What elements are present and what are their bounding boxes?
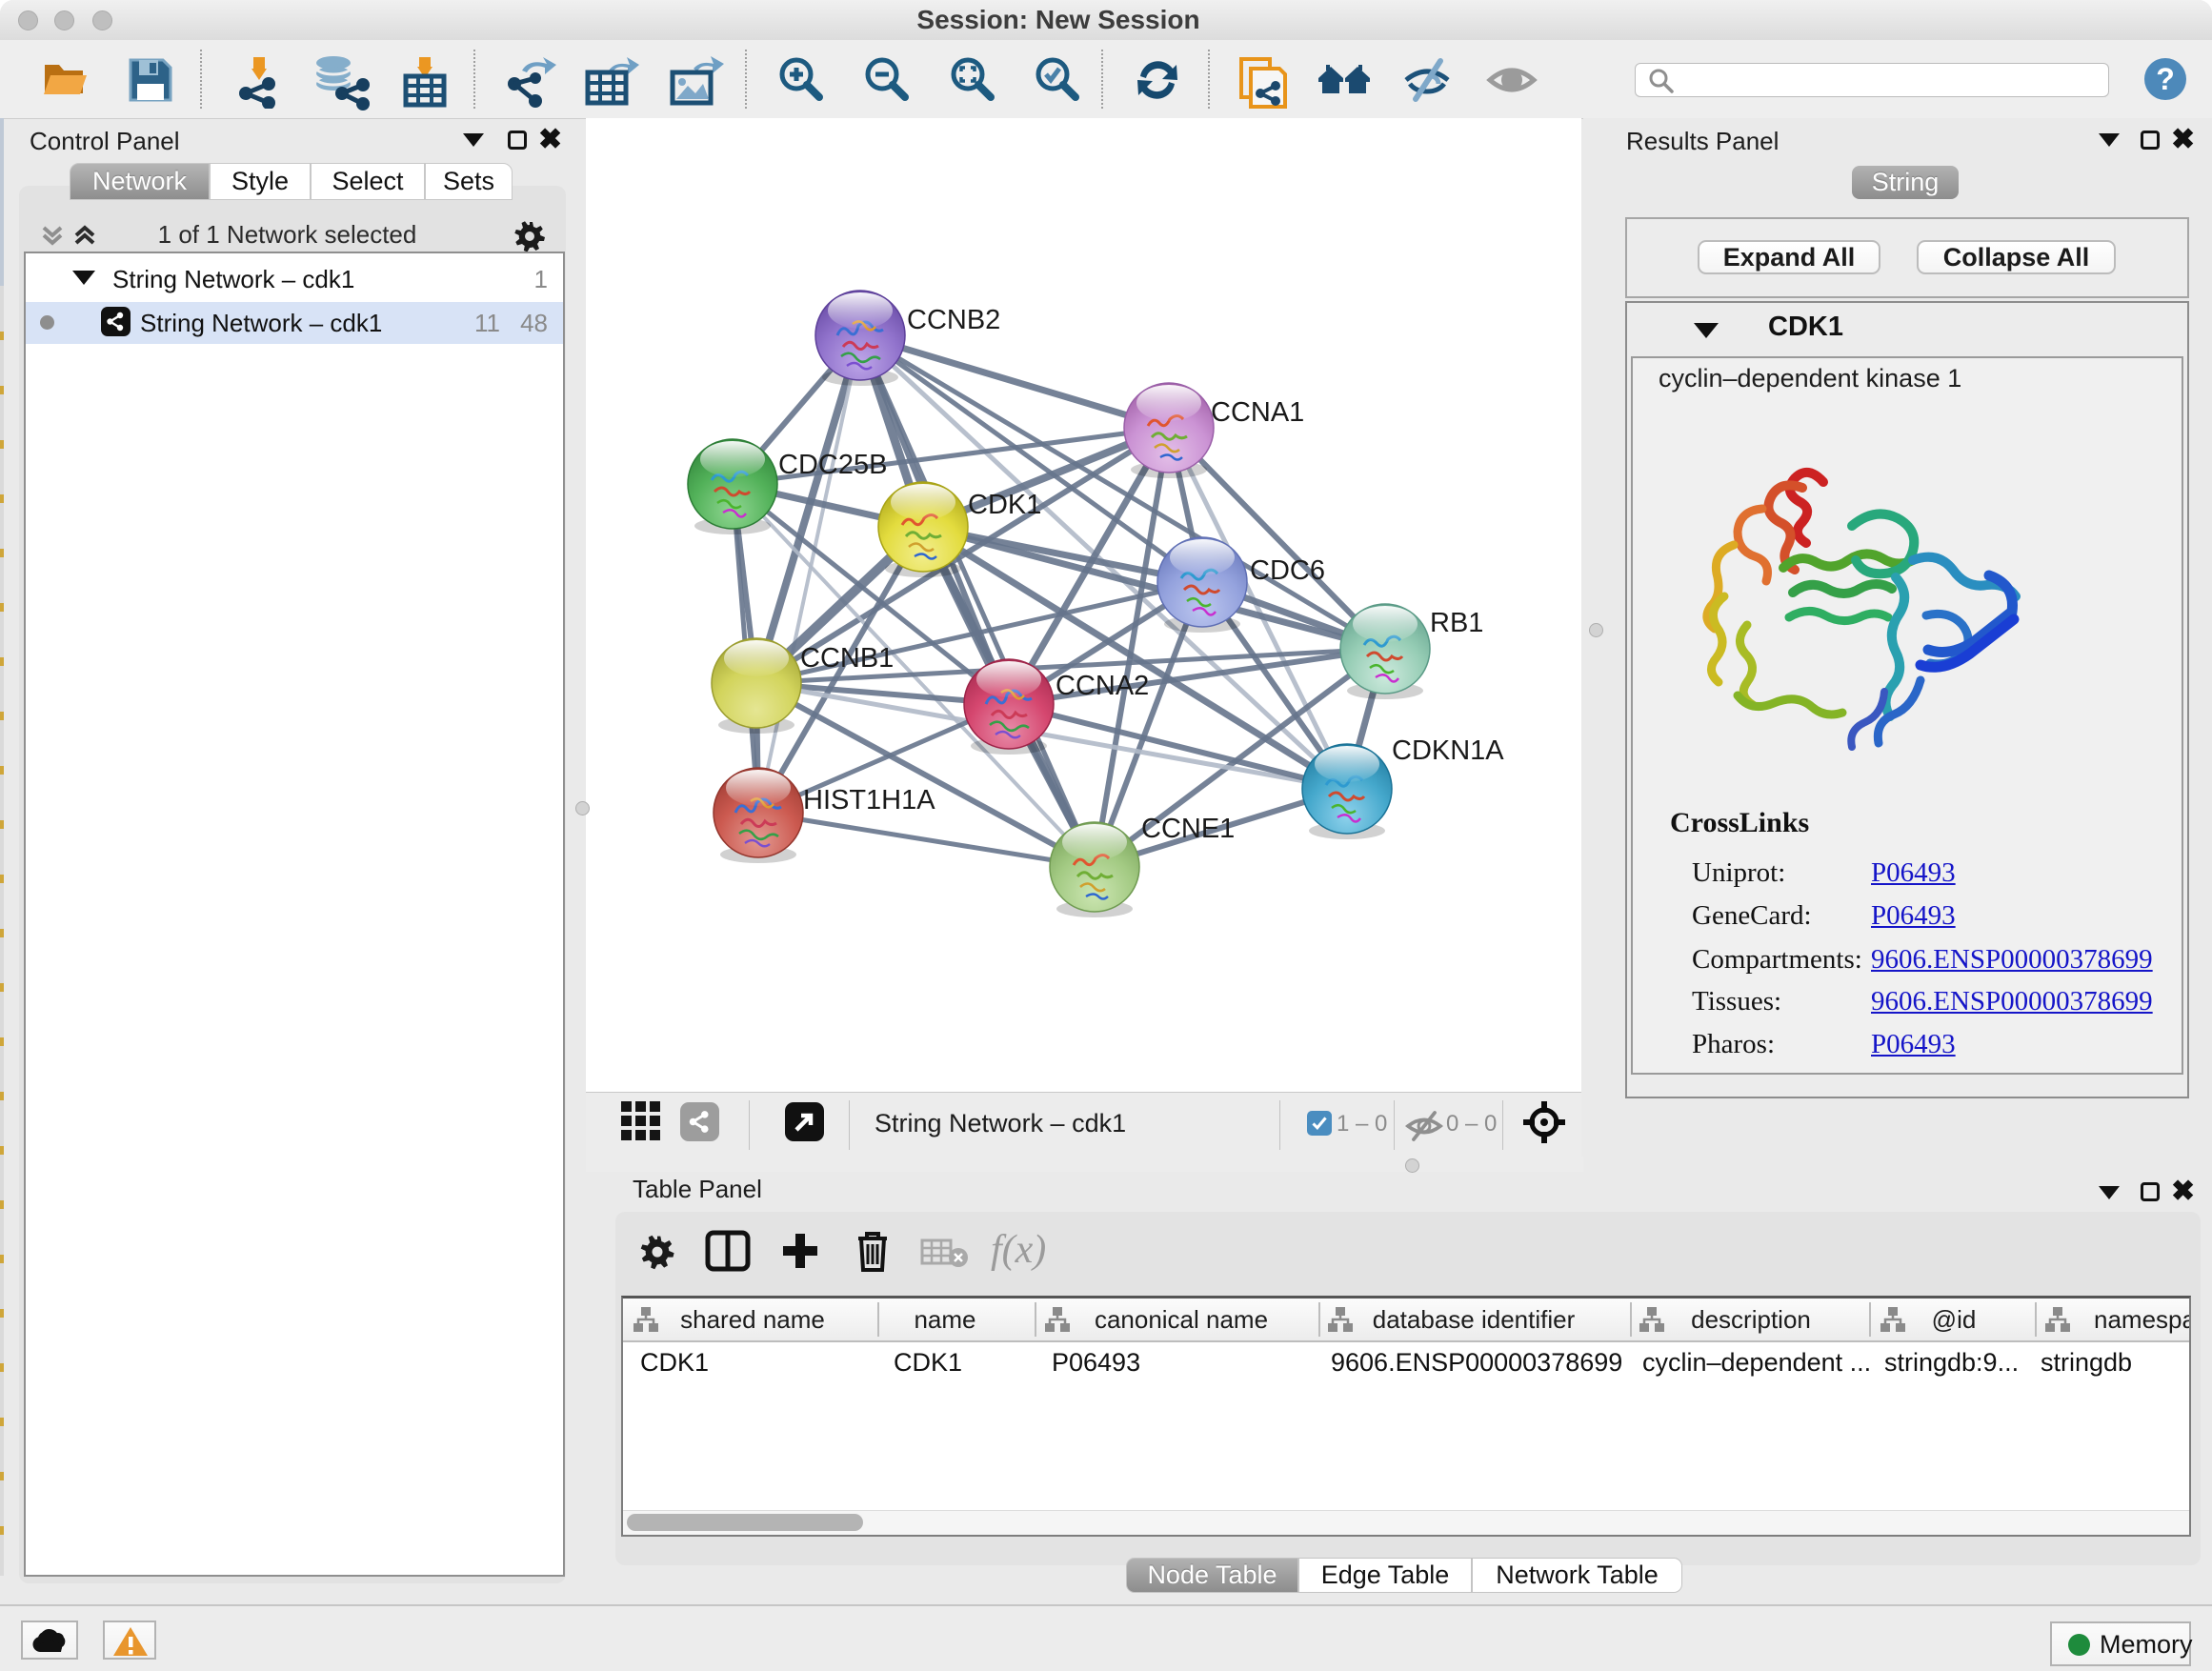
svg-text:HIST1H1A: HIST1H1A bbox=[803, 785, 935, 815]
svg-text:description: description bbox=[1691, 1305, 1811, 1334]
svg-text:CCNB1: CCNB1 bbox=[800, 643, 894, 674]
svg-text:CCNA2: CCNA2 bbox=[1056, 671, 1149, 701]
svg-text:CCNE1: CCNE1 bbox=[1141, 814, 1235, 844]
svg-text:name: name bbox=[914, 1305, 975, 1334]
svg-text:@id: @id bbox=[1932, 1305, 1977, 1334]
svg-text:CDKN1A: CDKN1A bbox=[1392, 735, 1504, 766]
svg-text:CDC6: CDC6 bbox=[1250, 555, 1325, 586]
svg-text:database identifier: database identifier bbox=[1373, 1305, 1576, 1334]
svg-text:CDK1: CDK1 bbox=[968, 490, 1041, 520]
svg-text:CCNB2: CCNB2 bbox=[907, 305, 1000, 335]
svg-text:CDC25B: CDC25B bbox=[778, 450, 887, 480]
svg-text:CCNA1: CCNA1 bbox=[1211, 397, 1304, 428]
svg-text:namespace: namespace bbox=[2094, 1305, 2189, 1334]
svg-text:shared name: shared name bbox=[680, 1305, 825, 1334]
svg-text:RB1: RB1 bbox=[1430, 608, 1483, 638]
svg-text:canonical name: canonical name bbox=[1095, 1305, 1268, 1334]
